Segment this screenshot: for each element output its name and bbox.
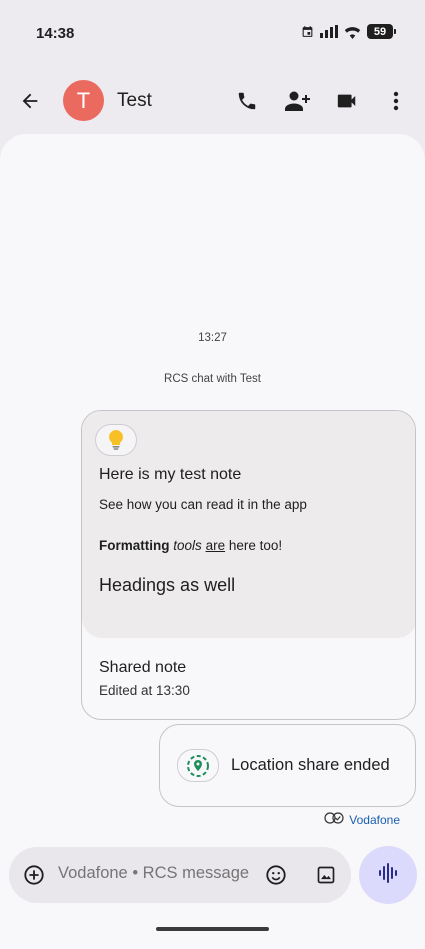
emoji-icon[interactable] xyxy=(264,863,288,887)
location-share-icon xyxy=(177,749,219,782)
note-body: See how you can read it in the app xyxy=(99,497,307,512)
message-composer xyxy=(9,847,351,903)
app-bar: T Test xyxy=(0,68,425,134)
delivery-status: Vodafone xyxy=(324,812,400,827)
message-timestamp: 13:27 xyxy=(198,332,227,344)
note-italic-text: tools xyxy=(173,538,202,553)
edited-time-label: Edited at 13:30 xyxy=(99,683,190,698)
shared-note-label: Shared note xyxy=(99,659,187,676)
note-title: Here is my test note xyxy=(99,466,242,483)
note-heading: Headings as well xyxy=(99,575,236,595)
arrow-back-icon[interactable] xyxy=(17,88,43,114)
calendar-icon xyxy=(301,25,314,38)
voice-message-button[interactable] xyxy=(359,846,417,904)
video-icon[interactable] xyxy=(334,88,360,114)
chat-panel: 13:27 RCS chat with Test Here is my test… xyxy=(0,134,425,949)
lightbulb-icon xyxy=(95,424,137,456)
shared-note-card[interactable]: Here is my test note See how you can rea… xyxy=(81,410,416,720)
chat-type-label: RCS chat with Test xyxy=(164,373,261,385)
note-underline-text: are xyxy=(205,538,226,553)
add-person-icon[interactable] xyxy=(284,88,310,114)
location-share-card[interactable]: Location share ended xyxy=(159,724,416,807)
status-bar: 14:38 59 xyxy=(0,0,425,68)
note-preview: Here is my test note See how you can rea… xyxy=(82,411,415,638)
gallery-icon[interactable] xyxy=(314,863,338,887)
avatar[interactable]: T xyxy=(63,80,104,121)
note-plain-text: here too! xyxy=(228,538,283,553)
phone-icon[interactable] xyxy=(234,88,260,114)
home-indicator[interactable] xyxy=(156,927,269,931)
note-formatting-line: Formatting tools are here too! xyxy=(99,538,282,553)
status-time: 14:38 xyxy=(36,25,75,42)
signal-icon xyxy=(320,25,338,38)
contact-name[interactable]: Test xyxy=(117,90,152,112)
message-input[interactable] xyxy=(58,864,258,883)
carrier-label[interactable]: Vodafone xyxy=(349,813,400,827)
delivered-check-icon xyxy=(324,812,344,827)
more-vert-icon[interactable] xyxy=(383,88,409,114)
wifi-icon xyxy=(344,25,361,39)
voice-waveform-icon xyxy=(377,862,399,889)
note-bold-text: Formatting xyxy=(99,538,170,553)
location-share-label: Location share ended xyxy=(231,756,390,774)
battery-icon: 59 xyxy=(367,24,396,39)
add-circle-icon[interactable] xyxy=(22,863,46,887)
status-icons: 59 xyxy=(301,24,396,39)
